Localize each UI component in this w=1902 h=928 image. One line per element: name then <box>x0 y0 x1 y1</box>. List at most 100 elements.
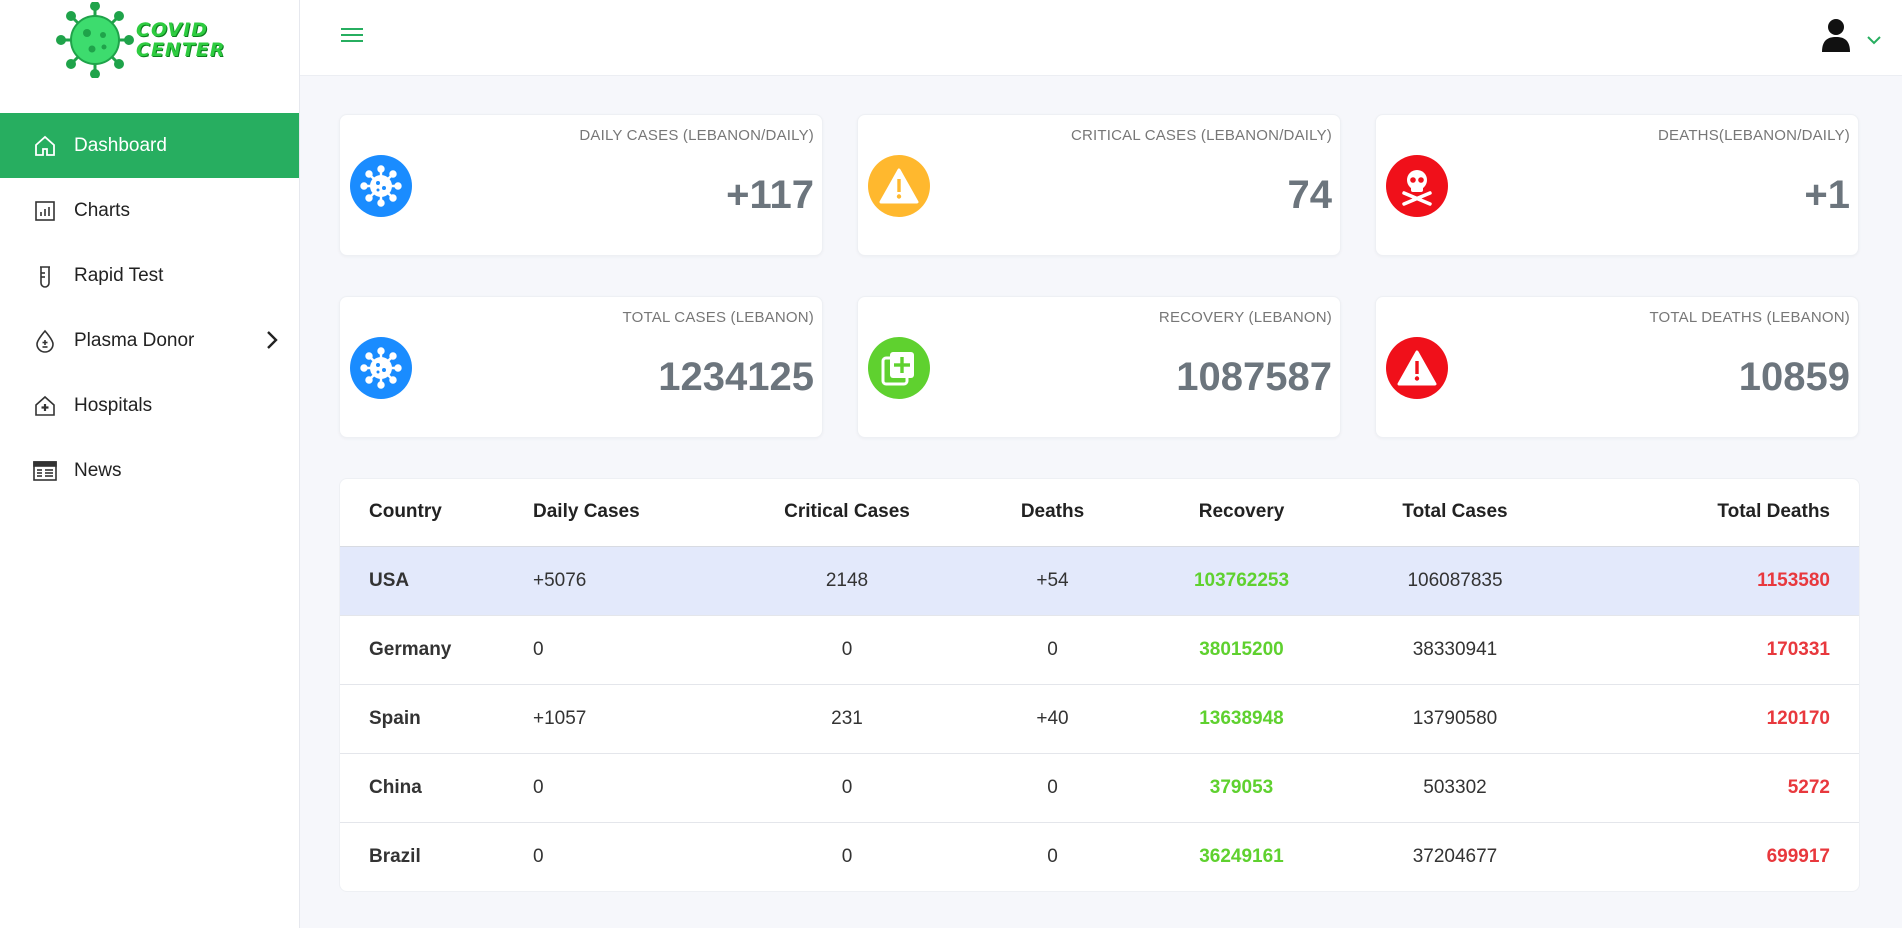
chart-icon <box>32 198 58 224</box>
brand-name: COVID CENTER <box>136 20 225 60</box>
recovery-cell: 103762253 <box>1154 546 1329 616</box>
brand-logo[interactable]: COVID CENTER <box>56 2 246 78</box>
critical-cases-cell: 2148 <box>743 546 951 616</box>
stat-card-total-cases: TOTAL CASES (LEBANON) 1234125 <box>339 296 823 438</box>
recovery-cell: 38015200 <box>1154 615 1329 685</box>
country-cell: USA <box>340 546 533 616</box>
daily-cases-cell: 0 <box>533 615 743 685</box>
sidebar: COVID CENTER Dashboard Charts Rapid Test <box>0 0 300 928</box>
recovery-cell: 379053 <box>1154 753 1329 823</box>
sidebar-item-label: News <box>74 459 122 481</box>
column-header[interactable]: Total Deaths <box>1581 479 1859 547</box>
sidebar-item-label: Rapid Test <box>74 264 164 286</box>
card-value: +1 <box>1804 173 1850 217</box>
critical-cases-cell: 0 <box>743 753 951 823</box>
virus-icon <box>350 337 412 399</box>
user-icon <box>1820 18 1852 57</box>
card-value: 10859 <box>1738 355 1850 399</box>
daily-cases-cell: +5076 <box>533 546 743 616</box>
column-header[interactable]: Country <box>340 479 533 547</box>
sidebar-nav: Dashboard Charts Rapid Test Plasma Donor <box>0 113 299 503</box>
recovery-cell: 13638948 <box>1154 684 1329 754</box>
virus-logo-icon <box>56 2 134 78</box>
card-value: 1087587 <box>1176 355 1332 399</box>
skull-icon <box>1386 155 1448 217</box>
deaths-cell: 0 <box>1047 845 1058 867</box>
card-value: 1234125 <box>658 355 814 399</box>
sidebar-item-label: Hospitals <box>74 394 153 416</box>
card-value: 74 <box>1287 173 1333 217</box>
table-row[interactable]: USA +5076 2148 +54 103762253 106087835 1… <box>340 546 1859 616</box>
stat-card-recovery: RECOVERY (LEBANON) 1087587 <box>857 296 1341 438</box>
sidebar-item-label: Plasma Donor <box>74 329 195 351</box>
medical-plus-icon <box>868 337 930 399</box>
home-icon <box>32 133 58 159</box>
total-cases-cell: 106087835 <box>1329 546 1581 616</box>
deaths-cell: +54 <box>951 546 1154 616</box>
warning-icon <box>868 155 930 217</box>
stat-card-deaths: DEATHS(LEBANON/DAILY) +1 <box>1375 114 1859 256</box>
card-value: +117 <box>726 173 814 217</box>
total-deaths-cell: 120170 <box>1581 684 1859 754</box>
country-cell: Brazil <box>369 845 421 867</box>
deaths-cell: 0 <box>951 615 1154 685</box>
user-menu[interactable] <box>1820 18 1882 57</box>
blood-drop-icon <box>32 328 58 354</box>
column-header[interactable]: Total Cases <box>1329 479 1581 547</box>
deaths-cell: +40 <box>951 684 1154 754</box>
brand-line2: CENTER <box>136 39 226 61</box>
sidebar-item-label: Charts <box>74 199 130 221</box>
chevron-right-icon <box>265 330 279 356</box>
column-header[interactable]: Recovery <box>1154 479 1329 547</box>
chevron-down-icon <box>1866 33 1882 51</box>
column-header[interactable]: Daily Cases <box>533 479 743 547</box>
alert-icon <box>1386 337 1448 399</box>
card-label: TOTAL CASES (LEBANON) <box>622 309 814 326</box>
virus-icon <box>350 155 412 217</box>
stat-card-critical-cases: CRITICAL CASES (LEBANON/DAILY) 74 <box>857 114 1341 256</box>
total-deaths-cell: 170331 <box>1581 615 1859 685</box>
table-header-row: Country Daily Cases Critical Cases Death… <box>340 479 1859 547</box>
top-header <box>300 0 1902 76</box>
country-cell: Germany <box>340 615 533 685</box>
daily-cases-cell: 0 <box>533 845 544 867</box>
hamburger-icon[interactable] <box>340 24 364 46</box>
card-label: TOTAL DEATHS (LEBANON) <box>1649 309 1850 326</box>
column-header[interactable]: Deaths <box>951 479 1154 547</box>
deaths-cell: 0 <box>951 753 1154 823</box>
card-label: CRITICAL CASES (LEBANON/DAILY) <box>1070 127 1332 144</box>
table-row[interactable]: Germany 0 0 0 38015200 38330941 170331 <box>340 615 1859 685</box>
sidebar-item-dashboard[interactable]: Dashboard <box>0 113 299 178</box>
total-deaths-cell: 699917 <box>1766 845 1830 867</box>
critical-cases-cell: 231 <box>743 684 951 754</box>
table-row[interactable]: Brazil 0 0 0 36249161 37204677 699917 <box>340 822 1859 891</box>
card-label: RECOVERY (LEBANON) <box>1158 309 1332 326</box>
table-row[interactable]: Spain +1057 231 +40 13638948 13790580 12… <box>340 684 1859 754</box>
sidebar-item-news[interactable]: News <box>0 438 299 503</box>
sidebar-item-charts[interactable]: Charts <box>0 178 299 243</box>
card-label: DEATHS(LEBANON/DAILY) <box>1657 127 1850 144</box>
total-deaths-cell: 1153580 <box>1581 546 1859 616</box>
sidebar-item-plasma-donor[interactable]: Plasma Donor <box>0 308 299 373</box>
total-cases-cell: 38330941 <box>1329 615 1581 685</box>
recovery-cell: 36249161 <box>1199 845 1284 867</box>
column-header[interactable]: Critical Cases <box>743 479 951 547</box>
card-label: DAILY CASES (LEBANON/DAILY) <box>579 127 814 144</box>
stat-card-total-deaths: TOTAL DEATHS (LEBANON) 10859 <box>1375 296 1859 438</box>
sidebar-item-hospitals[interactable]: Hospitals <box>0 373 299 438</box>
sidebar-item-label: Dashboard <box>74 134 167 156</box>
stat-card-daily-cases: DAILY CASES (LEBANON/DAILY) +117 <box>339 114 823 256</box>
critical-cases-cell: 0 <box>743 615 951 685</box>
total-cases-cell: 503302 <box>1329 753 1581 823</box>
table-row[interactable]: China 0 0 0 379053 503302 5272 <box>340 753 1859 823</box>
critical-cases-cell: 0 <box>841 845 853 867</box>
country-cell: Spain <box>340 684 533 754</box>
country-cell: China <box>340 753 533 823</box>
brand-line1: COVID <box>136 19 208 41</box>
hospital-icon <box>32 393 58 419</box>
daily-cases-cell: +1057 <box>533 684 743 754</box>
newspaper-icon <box>32 458 58 484</box>
test-tube-icon <box>32 263 58 289</box>
total-cases-cell: 13790580 <box>1329 684 1581 754</box>
sidebar-item-rapid-test[interactable]: Rapid Test <box>0 243 299 308</box>
